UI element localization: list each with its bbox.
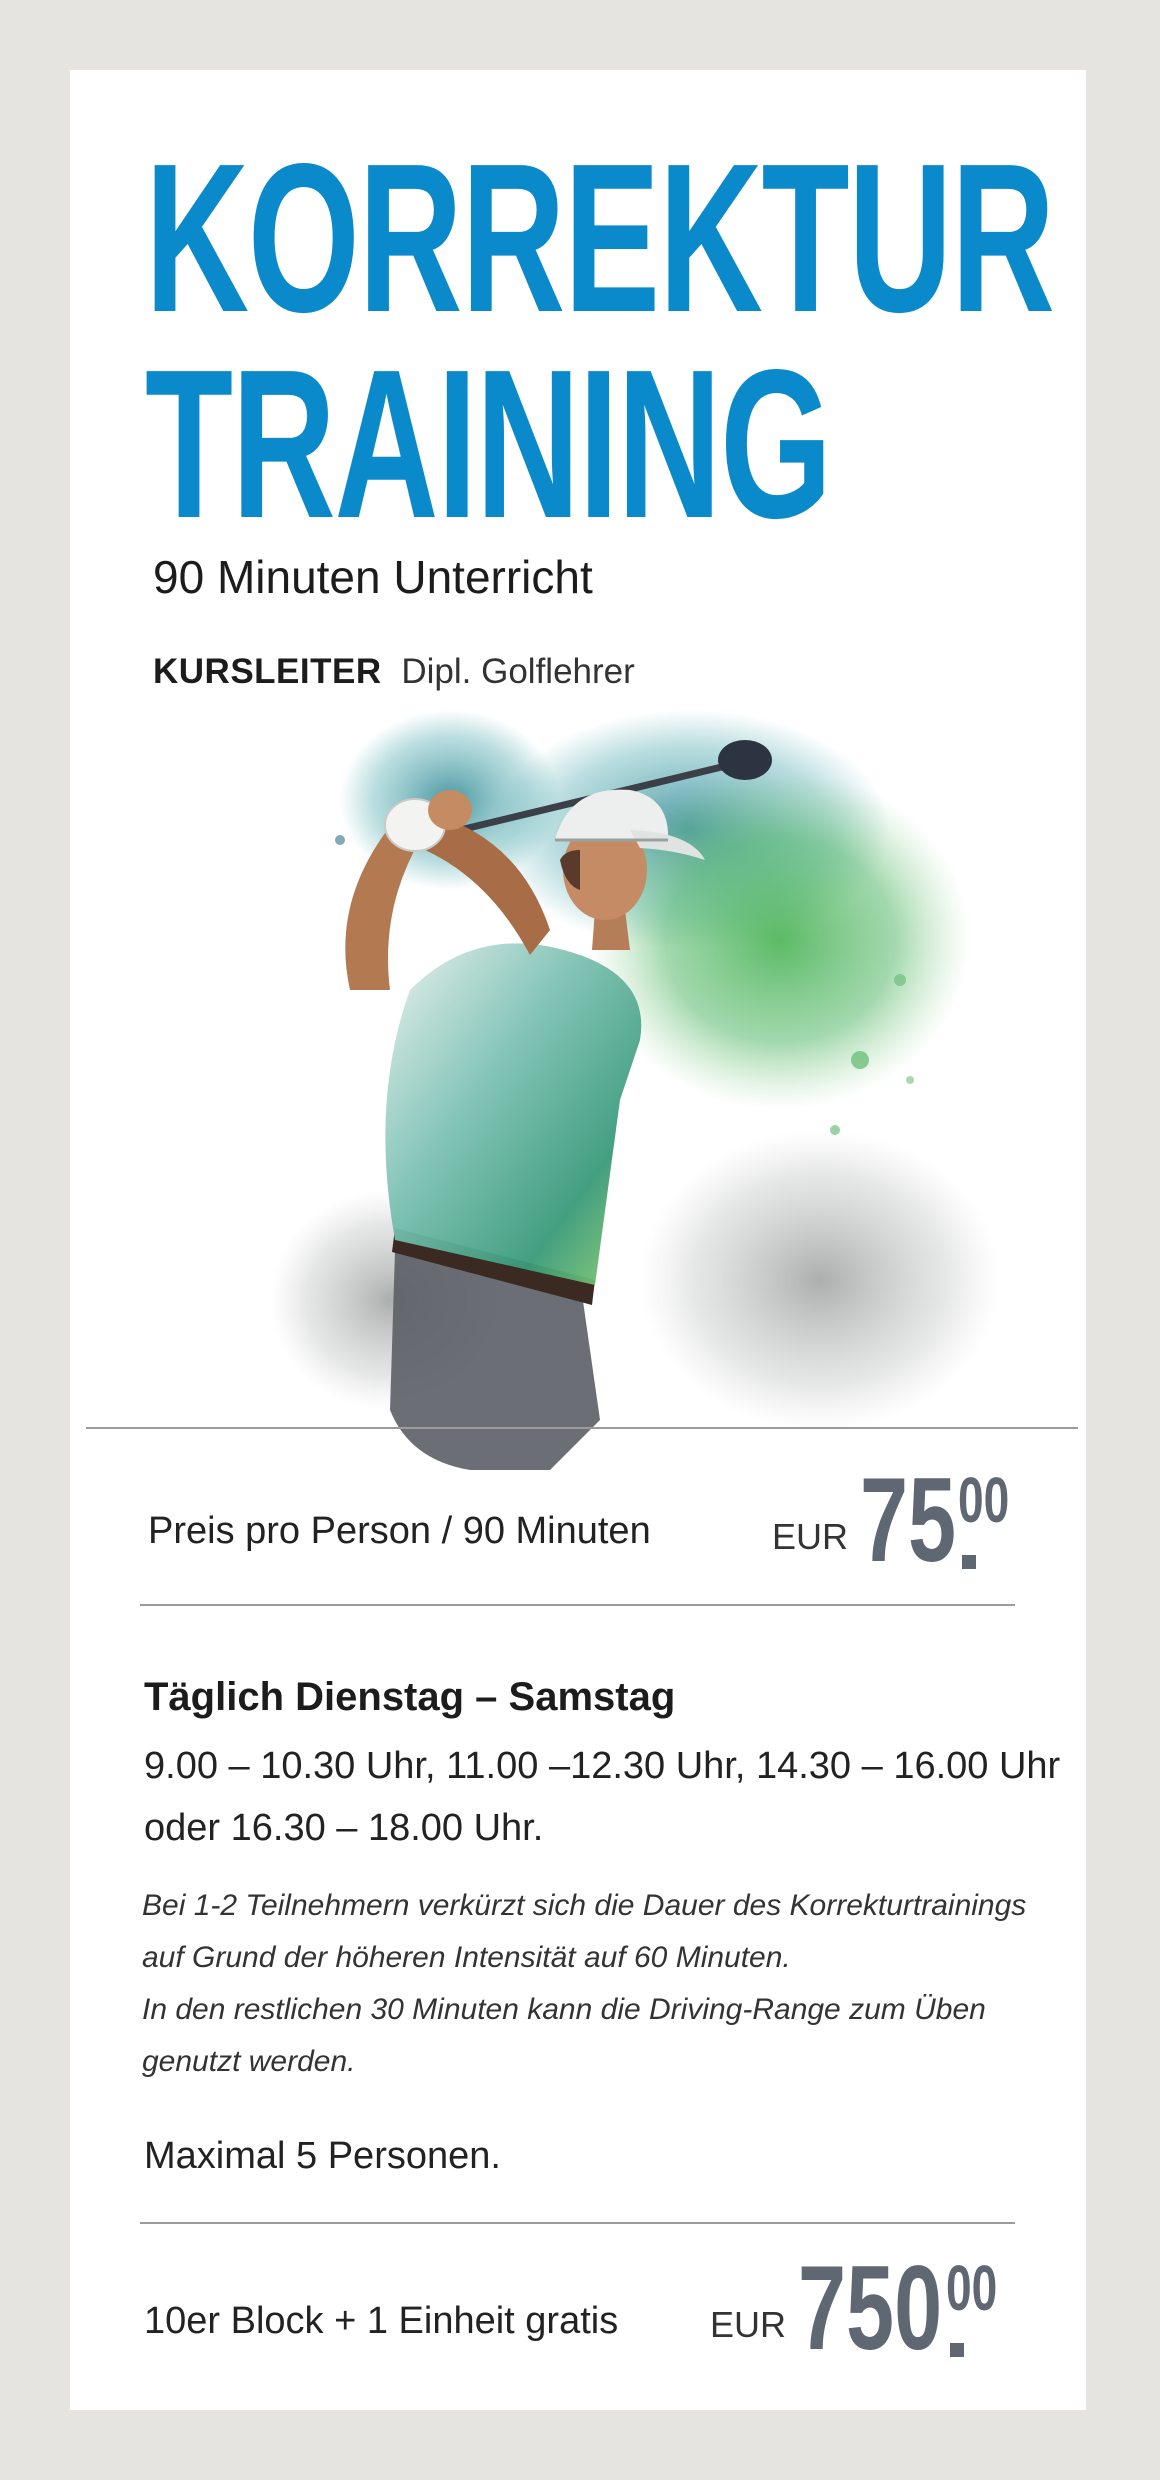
price-single-label: Preis pro Person / 90 Minuten [148, 1510, 651, 1552]
price-block-cents: 00 [946, 2252, 998, 2324]
schedule-note-line-4: genutzt werden. [142, 2045, 356, 2078]
divider-3 [140, 2222, 1015, 2224]
price-single-currency: EUR [772, 1516, 849, 1557]
schedule-times-line-2: oder 16.30 – 18.00 Uhr. [144, 1807, 544, 1849]
golfer-watercolor-illustration [270, 710, 1000, 1470]
schedule-times-line-1: 9.00 – 10.30 Uhr, 11.00 –12.30 Uhr, 14.3… [144, 1745, 1061, 1787]
price-block-label: 10er Block + 1 Einheit gratis [144, 2300, 619, 2342]
title-line-1: KORREKTUR [145, 119, 1055, 356]
max-participants: Maximal 5 Personen. [144, 2135, 501, 2177]
schedule-note-line-1: Bei 1-2 Teilnehmern verkürzt sich die Da… [142, 1889, 1027, 1922]
price-single-decimal-point [962, 1555, 976, 1569]
flyer-card: KORREKTUR TRAINING 90 Minuten Unterricht… [70, 70, 1086, 2410]
subtitle: 90 Minuten Unterricht [153, 551, 593, 603]
schedule-days: Täglich Dienstag – Samstag [144, 1675, 676, 1719]
schedule-note-line-2: auf Grund der höheren Intensität auf 60 … [142, 1941, 791, 1974]
schedule-note: Bei 1-2 Teilnehmern verkürzt sich die Da… [142, 1880, 1092, 2088]
price-block-decimal-point [950, 2343, 964, 2357]
schedule-note-line-3: In den restlichen 30 Minuten kann die Dr… [142, 1993, 986, 2026]
price-single-amount: 75 [860, 1453, 957, 1587]
title-line-2: TRAINING [145, 325, 832, 562]
price-single-cents: 00 [958, 1464, 1010, 1536]
price-block-currency: EUR [710, 2304, 787, 2345]
divider-1 [86, 1427, 1078, 1429]
price-block-amount: 750 [798, 2241, 943, 2375]
schedule-times: 9.00 – 10.30 Uhr, 11.00 –12.30 Uhr, 14.3… [144, 1735, 1074, 1859]
divider-2 [140, 1604, 1015, 1606]
page-title: KORREKTUR TRAINING [145, 119, 1055, 562]
